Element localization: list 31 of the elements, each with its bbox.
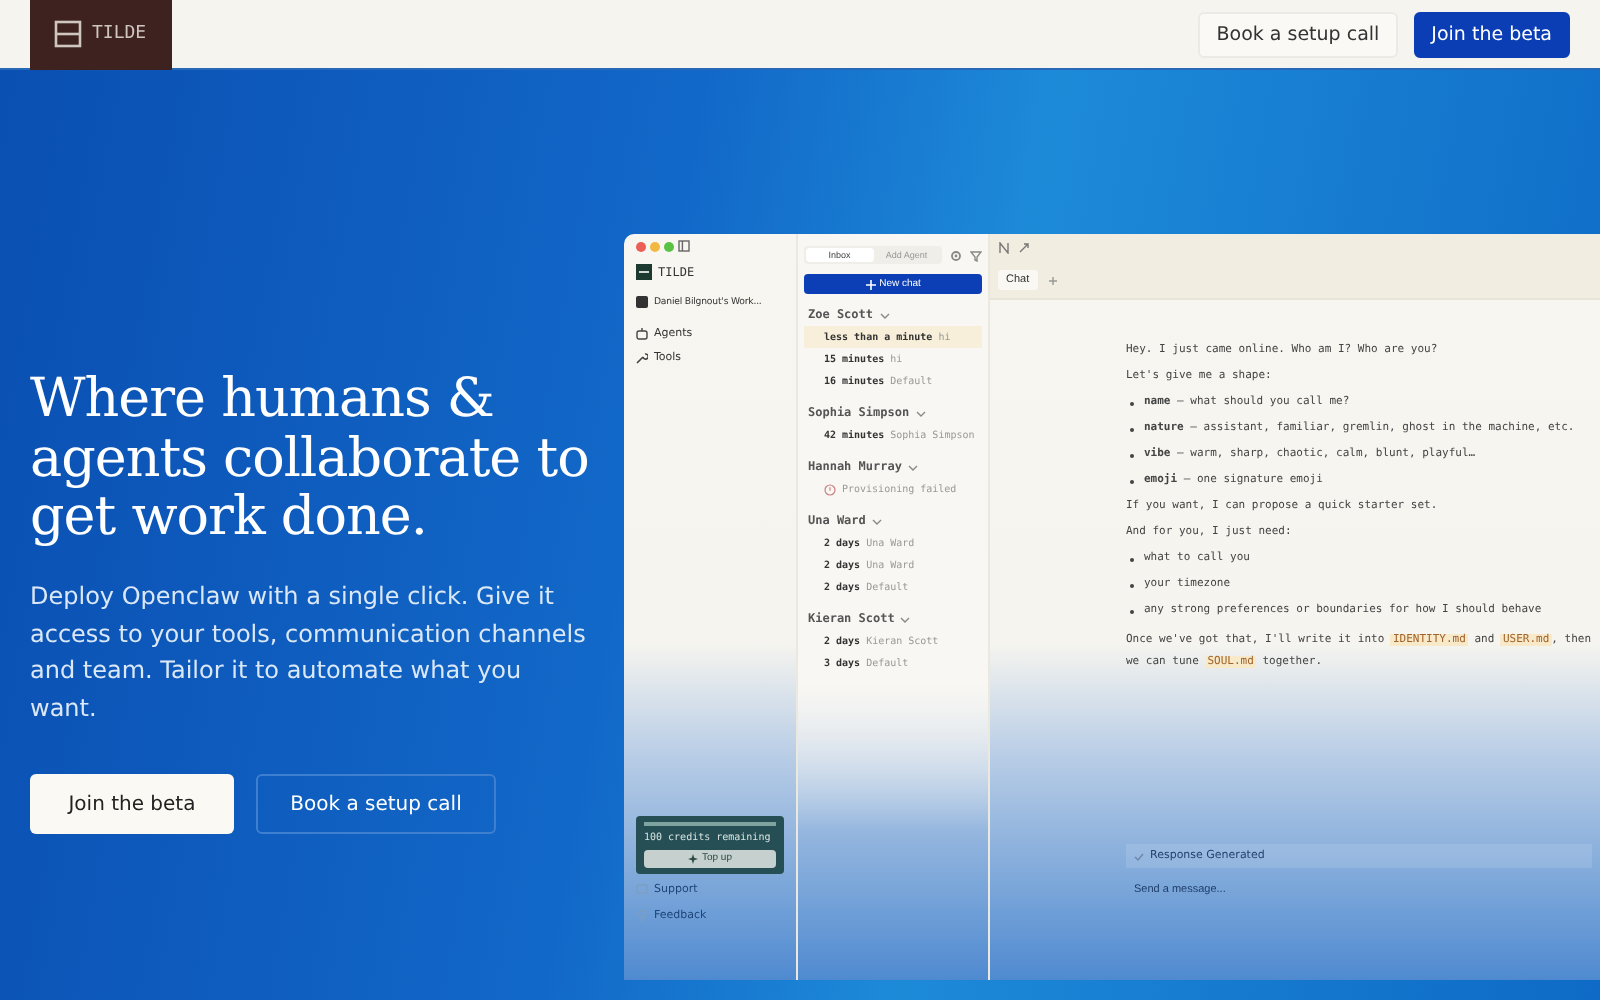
check-icon (1134, 851, 1144, 861)
logo-text: TILDE (92, 24, 147, 44)
plus-icon[interactable] (1047, 275, 1058, 285)
logo-icon (636, 264, 652, 280)
join-beta-button[interactable]: Join the beta (1413, 11, 1570, 57)
logo-block[interactable]: TILDE (30, 0, 172, 69)
maximize-window-icon[interactable] (664, 241, 674, 251)
sparkle-icon (687, 853, 698, 863)
chevron-down-icon (907, 463, 918, 471)
logo-icon (54, 20, 82, 48)
expand-icon[interactable] (1018, 242, 1030, 254)
chevron-down-icon (879, 311, 890, 319)
workspace-icon (636, 296, 648, 308)
settings-icon[interactable] (950, 249, 962, 261)
book-call-button[interactable]: Book a setup call (256, 774, 496, 835)
close-window-icon[interactable] (636, 241, 646, 251)
robot-icon (636, 328, 648, 340)
plus-icon (865, 279, 876, 289)
chat-bubble-icon (636, 883, 648, 895)
minimize-window-icon[interactable] (650, 241, 660, 251)
hero-description: Deploy Openclaw with a single click. Give it access to your tools, communication channels and team. Tailor it to automate what you want. (30, 580, 588, 726)
error-icon (824, 483, 836, 495)
hero-heading: Where humans & agents collaborate to get work done. (30, 370, 590, 549)
chevron-down-icon (871, 517, 882, 525)
sidebar-toggle-icon[interactable] (678, 240, 690, 252)
chevron-down-icon (900, 615, 911, 623)
book-call-button[interactable]: Book a setup call (1198, 11, 1398, 57)
filter-icon[interactable] (970, 249, 982, 261)
n-badge-icon[interactable] (998, 242, 1010, 254)
chevron-down-icon (915, 409, 926, 417)
join-beta-button[interactable]: Join the beta (30, 774, 234, 835)
